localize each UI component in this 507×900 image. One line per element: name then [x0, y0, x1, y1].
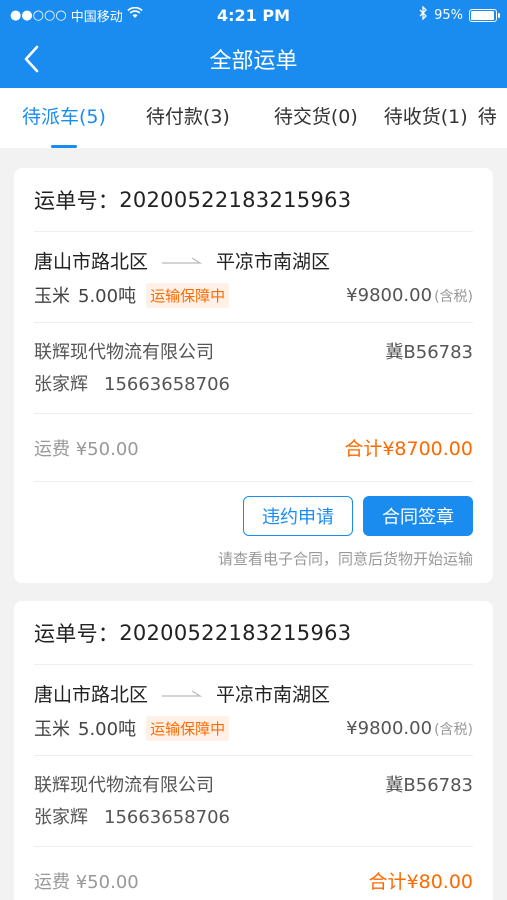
tab-pending-receipt[interactable]: 待收货(1) — [358, 88, 468, 148]
total-value: ¥8700.00 — [382, 438, 473, 460]
order-card[interactable]: 运单号： 20200522183215963 唐山市路北区 平凉市南湖区 玉米 … — [14, 168, 493, 583]
status-badge: 运输保障中 — [146, 715, 230, 741]
carrier-section: 联辉现代物流有限公司 冀B56783 张家辉 15663658706 — [34, 756, 473, 847]
total-amount: 合计¥80.00 — [369, 867, 474, 894]
driver-phone[interactable]: 15663658706 — [104, 807, 230, 828]
price-amount: ¥9800.00 — [346, 284, 433, 306]
destination-city: 平凉市南湖区 — [216, 683, 331, 706]
company-row: 联辉现代物流有限公司 冀B56783 — [34, 335, 473, 367]
freight-label: 运费 — [34, 871, 70, 893]
driver-row: 张家辉 15663658706 — [34, 800, 473, 832]
freight-fee: 运费 ¥50.00 — [34, 868, 139, 894]
route-section: 唐山市路北区 平凉市南湖区 玉米 5.00吨 运输保障中 ¥9800.00 (含税… — [34, 232, 473, 323]
destination-city: 平凉市南湖区 — [216, 250, 331, 273]
back-button[interactable] — [16, 42, 46, 76]
freight-amount: ¥50.00 — [75, 438, 139, 460]
tab-more[interactable]: 待 — [468, 88, 497, 148]
total-label: 合计 — [368, 871, 407, 893]
route-line: 唐山市路北区 平凉市南湖区 — [34, 675, 473, 711]
goods-info: 玉米 5.00吨 运输保障中 — [34, 282, 230, 308]
price: ¥9800.00 (含税) — [346, 718, 473, 739]
origin-city: 唐山市路北区 — [34, 250, 149, 273]
license-plate: 冀B56783 — [385, 342, 473, 363]
total-label: 合计 — [344, 438, 383, 460]
order-number-row: 运单号： 20200522183215963 — [34, 168, 473, 232]
order-number: 20200522183215963 — [119, 620, 352, 645]
freight-fee: 运费 ¥50.00 — [34, 435, 139, 461]
chevron-left-icon — [24, 45, 39, 73]
status-time: 4:21 PM — [216, 6, 290, 25]
order-card[interactable]: 运单号： 20200522183215963 唐山市路北区 平凉市南湖区 玉米 … — [14, 601, 493, 900]
status-bar: ●●○○○ 中国移动 4:21 PM 95% — [0, 0, 507, 30]
total-value: ¥80.00 — [406, 871, 473, 893]
route-line: 唐山市路北区 平凉市南湖区 — [34, 242, 473, 278]
order-number-row: 运单号： 20200522183215963 — [34, 601, 473, 665]
tab-pending-dispatch[interactable]: 待派车(5) — [0, 88, 106, 148]
header: ●●○○○ 中国移动 4:21 PM 95% 全部运单 — [0, 0, 507, 88]
order-list: 运单号： 20200522183215963 唐山市路北区 平凉市南湖区 玉米 … — [0, 148, 507, 900]
goods-info: 玉米 5.00吨 运输保障中 — [34, 715, 230, 741]
tab-label: 待 — [477, 106, 497, 128]
breach-apply-button[interactable]: 违约申请 — [243, 496, 353, 536]
battery-icon — [469, 8, 500, 22]
carrier-section: 联辉现代物流有限公司 冀B56783 张家辉 15663658706 — [34, 323, 473, 414]
freight-amount: ¥50.00 — [75, 871, 139, 893]
goods-row: 玉米 5.00吨 运输保障中 ¥9800.00 (含税) — [34, 711, 473, 745]
page-title: 全部运单 — [209, 49, 298, 74]
company-row: 联辉现代物流有限公司 冀B56783 — [34, 768, 473, 800]
status-tabs: 待派车(5) 待付款(3) 待交货(0) 待收货(1) 待 — [0, 88, 507, 148]
contract-hint: 请查看电子合同，同意后货物开始运输 — [217, 550, 473, 568]
route-section: 唐山市路北区 平凉市南湖区 玉米 5.00吨 运输保障中 ¥9800.00 (含税… — [34, 665, 473, 756]
tab-pending-payment[interactable]: 待付款(3) — [106, 88, 230, 148]
price-amount: ¥9800.00 — [346, 717, 433, 739]
goods-weight: 5.00吨 — [78, 286, 137, 307]
tab-label: 待交货(0) — [273, 106, 358, 128]
tab-pending-delivery[interactable]: 待交货(0) — [230, 88, 358, 148]
company-name: 联辉现代物流有限公司 — [34, 775, 214, 796]
driver-name: 张家辉 — [34, 807, 88, 828]
fee-row: 运费 ¥50.00 合计¥80.00 — [34, 847, 473, 900]
navbar: 全部运单 — [0, 30, 507, 88]
button-row: 违约申请 合同签章 — [34, 496, 473, 536]
status-badge: 运输保障中 — [146, 282, 230, 308]
driver-phone[interactable]: 15663658706 — [104, 374, 230, 395]
goods-name: 玉米 — [34, 286, 70, 307]
origin-city: 唐山市路北区 — [34, 683, 149, 706]
freight-label: 运费 — [34, 438, 70, 460]
company-name: 联辉现代物流有限公司 — [34, 342, 214, 363]
goods-weight: 5.00吨 — [78, 719, 137, 740]
tab-label: 待派车(5) — [22, 106, 106, 128]
order-number: 20200522183215963 — [119, 187, 352, 212]
tab-label: 待付款(3) — [145, 106, 230, 128]
contract-sign-button[interactable]: 合同签章 — [363, 496, 473, 536]
order-number-label: 运单号： — [34, 188, 120, 213]
tab-active-indicator — [50, 145, 77, 148]
price: ¥9800.00 (含税) — [346, 285, 473, 306]
tax-note: (含税) — [434, 721, 473, 738]
fee-row: 运费 ¥50.00 合计¥8700.00 — [34, 414, 473, 482]
tab-label: 待收货(1) — [383, 106, 468, 128]
route-arrow-icon — [162, 257, 203, 264]
tax-note: (含税) — [434, 288, 473, 305]
license-plate: 冀B56783 — [385, 775, 473, 796]
driver-row: 张家辉 15663658706 — [34, 367, 473, 399]
driver-name: 张家辉 — [34, 374, 88, 395]
order-number-label: 运单号： — [34, 621, 120, 646]
route-arrow-icon — [162, 690, 203, 697]
goods-name: 玉米 — [34, 719, 70, 740]
action-section: 违约申请 合同签章 请查看电子合同，同意后货物开始运输 — [34, 482, 473, 583]
total-amount: 合计¥8700.00 — [344, 434, 473, 461]
battery-fill — [471, 10, 494, 20]
goods-row: 玉米 5.00吨 运输保障中 ¥9800.00 (含税) — [34, 278, 473, 312]
